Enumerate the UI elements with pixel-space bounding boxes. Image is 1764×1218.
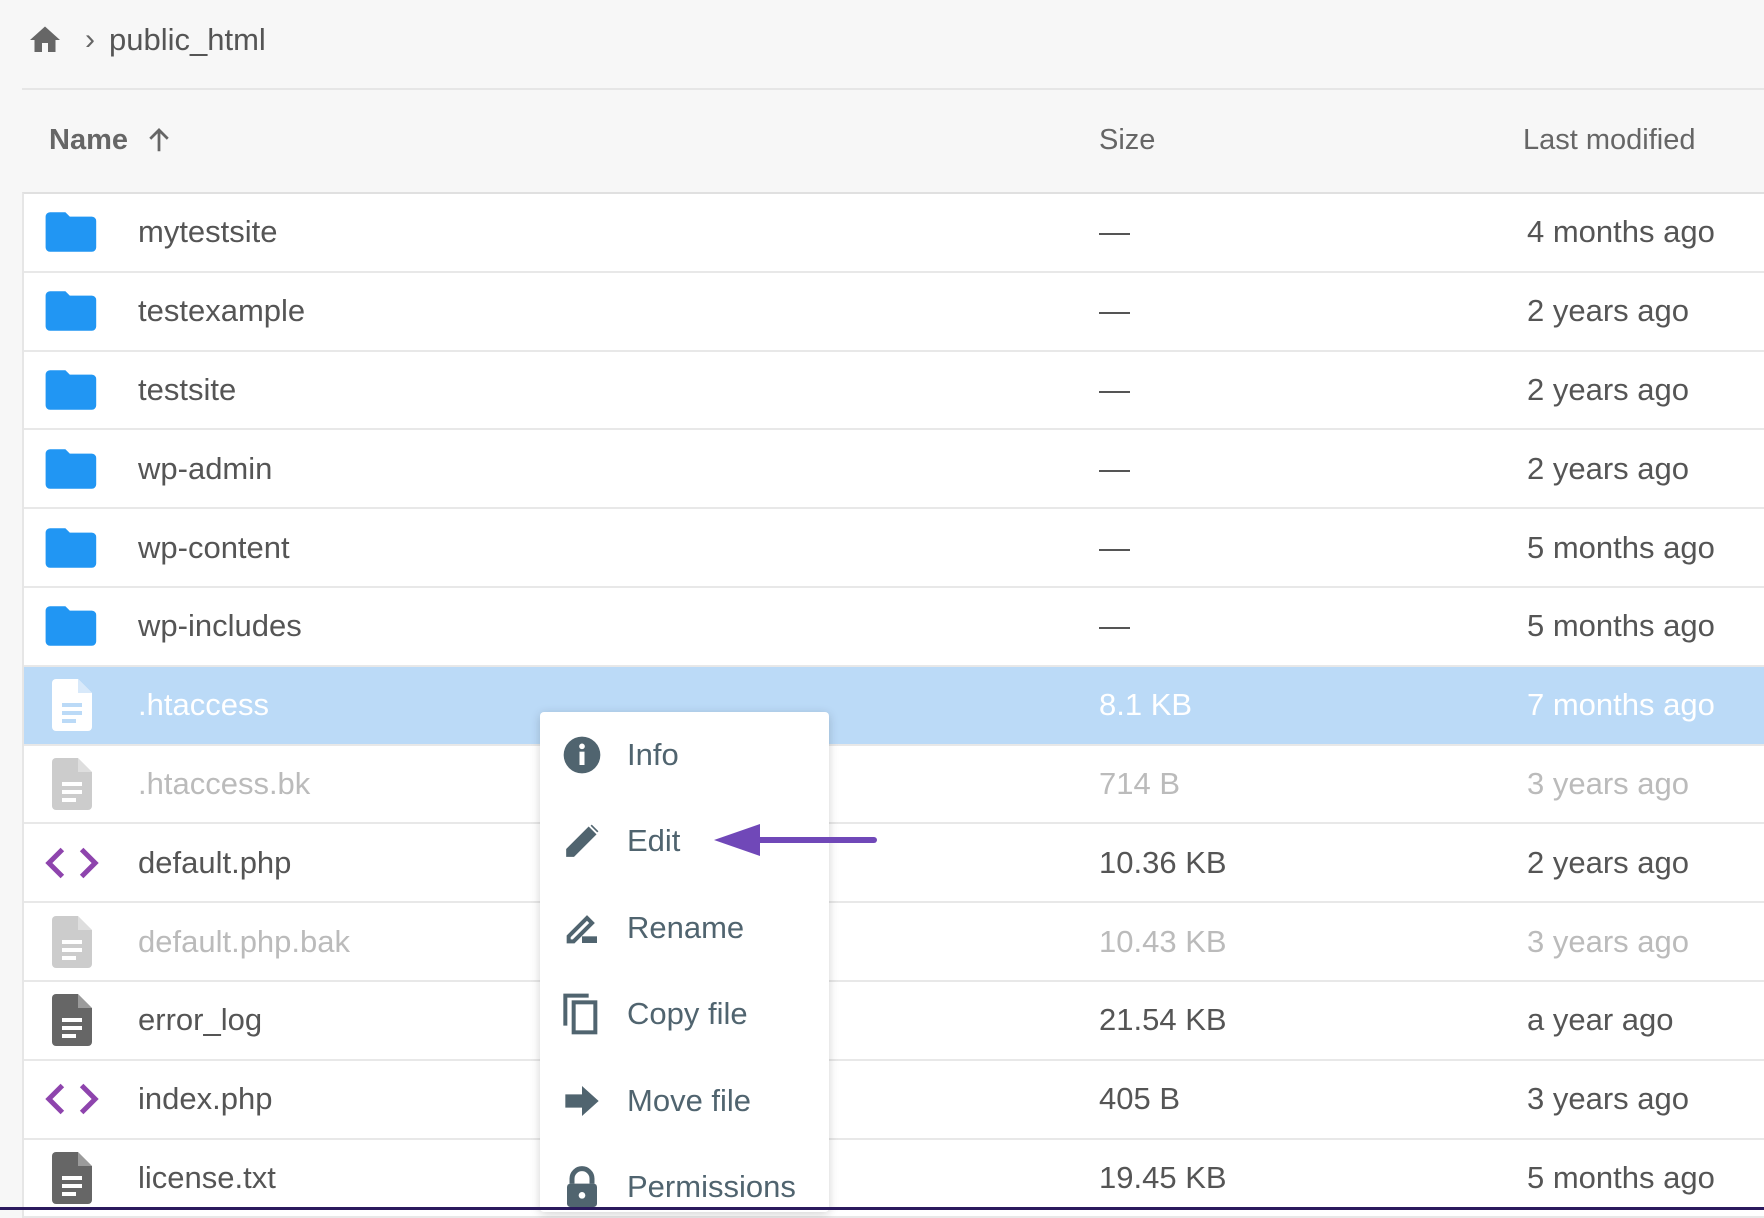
- file-size: 10.43 KB: [1099, 923, 1227, 959]
- menu-item-copy-file[interactable]: Copy file: [540, 984, 829, 1044]
- file-size: 405 B: [1099, 1081, 1181, 1117]
- folder-icon: [44, 444, 100, 494]
- file-name[interactable]: wp-includes: [138, 608, 302, 644]
- chevron-right-icon: ›: [85, 23, 95, 56]
- file-icon: [44, 757, 100, 810]
- pencil-icon: [560, 819, 604, 863]
- table-row[interactable]: testexample — 2 years ago: [24, 273, 1764, 352]
- rename-icon: [560, 906, 604, 950]
- file-name[interactable]: wp-admin: [138, 451, 272, 487]
- file-size: —: [1099, 608, 1130, 644]
- file-size: 21.54 KB: [1099, 1002, 1227, 1038]
- table-row[interactable]: .htaccess.bk 714 B 3 years ago: [24, 746, 1764, 825]
- file-size: 10.36 KB: [1099, 844, 1227, 880]
- table-row[interactable]: error_log 21.54 KB a year ago: [24, 982, 1764, 1061]
- table-row[interactable]: mytestsite — 4 months ago: [24, 194, 1764, 273]
- lock-icon: [560, 1165, 604, 1209]
- menu-item-label: Rename: [627, 910, 745, 945]
- table-row[interactable]: default.php 10.36 KB 2 years ago: [24, 824, 1764, 904]
- file-icon: [44, 679, 100, 732]
- file-size: 19.45 KB: [1099, 1159, 1227, 1195]
- folder-icon: [44, 601, 100, 651]
- file-icon: [44, 1151, 100, 1204]
- file-size: 8.1 KB: [1099, 687, 1193, 723]
- table-row[interactable]: wp-content — 5 months ago: [24, 509, 1764, 588]
- file-name[interactable]: .htaccess.bk: [138, 766, 310, 802]
- file-modified: 5 months ago: [1527, 529, 1715, 565]
- menu-item-label: Edit: [627, 823, 681, 858]
- table-row[interactable]: default.php.bak 10.43 KB 3 years ago: [24, 903, 1764, 982]
- file-size: 714 B: [1099, 765, 1181, 801]
- arrow-up-icon: [149, 128, 169, 152]
- file-modified: a year ago: [1527, 1002, 1674, 1038]
- home-icon[interactable]: [27, 22, 63, 58]
- file-name[interactable]: testexample: [138, 293, 305, 329]
- file-name[interactable]: license.txt: [138, 1160, 276, 1196]
- divider: [22, 88, 1764, 90]
- menu-item-label: Info: [627, 737, 679, 772]
- menu-item-info[interactable]: Info: [540, 725, 829, 785]
- file-name[interactable]: index.php: [138, 1081, 272, 1117]
- copy-icon: [560, 992, 604, 1036]
- folder-icon: [44, 365, 100, 415]
- context-menu: Info Edit Rename Copy file Move file Permissi…: [540, 712, 829, 1212]
- file-modified: 3 years ago: [1527, 923, 1689, 959]
- code-icon: [44, 838, 100, 888]
- file-modified: 3 years ago: [1527, 765, 1689, 801]
- file-name[interactable]: wp-content: [138, 530, 290, 566]
- breadcrumb-current[interactable]: public_html: [109, 22, 266, 58]
- file-size: —: [1099, 371, 1130, 407]
- file-size: —: [1099, 214, 1130, 250]
- file-icon: [44, 994, 100, 1047]
- table-header: Name Size Last modified: [22, 110, 1764, 170]
- file-name[interactable]: default.php: [138, 845, 291, 881]
- file-name[interactable]: .htaccess: [138, 687, 269, 723]
- table-row[interactable]: wp-admin — 2 years ago: [24, 430, 1764, 510]
- menu-item-label: Move file: [627, 1083, 752, 1118]
- info-icon: [560, 733, 604, 777]
- annotation-arrow-icon: [714, 824, 877, 856]
- file-modified: 2 years ago: [1527, 450, 1689, 486]
- folder-icon: [44, 207, 100, 257]
- table-row[interactable]: wp-includes — 5 months ago: [24, 588, 1764, 667]
- menu-item-move-file[interactable]: Move file: [540, 1071, 829, 1131]
- column-last-modified[interactable]: Last modified: [1523, 124, 1696, 157]
- file-name[interactable]: default.php.bak: [138, 924, 350, 960]
- file-modified: 2 years ago: [1527, 371, 1689, 407]
- breadcrumb: › public_html: [27, 18, 266, 62]
- file-modified: 3 years ago: [1527, 1081, 1689, 1117]
- table-row[interactable]: testsite — 2 years ago: [24, 352, 1764, 431]
- code-icon: [44, 1074, 100, 1124]
- column-name[interactable]: Name: [49, 124, 174, 157]
- table-row[interactable]: .htaccess 8.1 KB 7 months ago: [24, 666, 1764, 746]
- file-modified: 7 months ago: [1527, 687, 1715, 723]
- menu-item-label: Permissions: [627, 1169, 796, 1204]
- column-name-label: Name: [49, 123, 128, 156]
- menu-item-rename[interactable]: Rename: [540, 898, 829, 958]
- file-size: —: [1099, 529, 1130, 565]
- file-table: mytestsite — 4 months ago testexample — …: [22, 192, 1764, 1218]
- file-modified: 2 years ago: [1527, 844, 1689, 880]
- file-modified: 4 months ago: [1527, 214, 1715, 250]
- file-size: —: [1099, 293, 1130, 329]
- table-row[interactable]: index.php 405 B 3 years ago: [24, 1061, 1764, 1140]
- column-size[interactable]: Size: [1099, 124, 1155, 157]
- file-name[interactable]: mytestsite: [138, 214, 278, 250]
- folder-icon: [44, 286, 100, 336]
- file-icon: [44, 915, 100, 968]
- arrow-right-icon: [560, 1079, 604, 1123]
- folder-icon: [44, 523, 100, 573]
- file-name[interactable]: error_log: [138, 1002, 262, 1038]
- file-size: —: [1099, 450, 1130, 486]
- file-name[interactable]: testsite: [138, 372, 236, 408]
- menu-item-label: Copy file: [627, 996, 748, 1031]
- file-modified: 5 months ago: [1527, 608, 1715, 644]
- file-modified: 2 years ago: [1527, 293, 1689, 329]
- file-modified: 5 months ago: [1527, 1159, 1715, 1195]
